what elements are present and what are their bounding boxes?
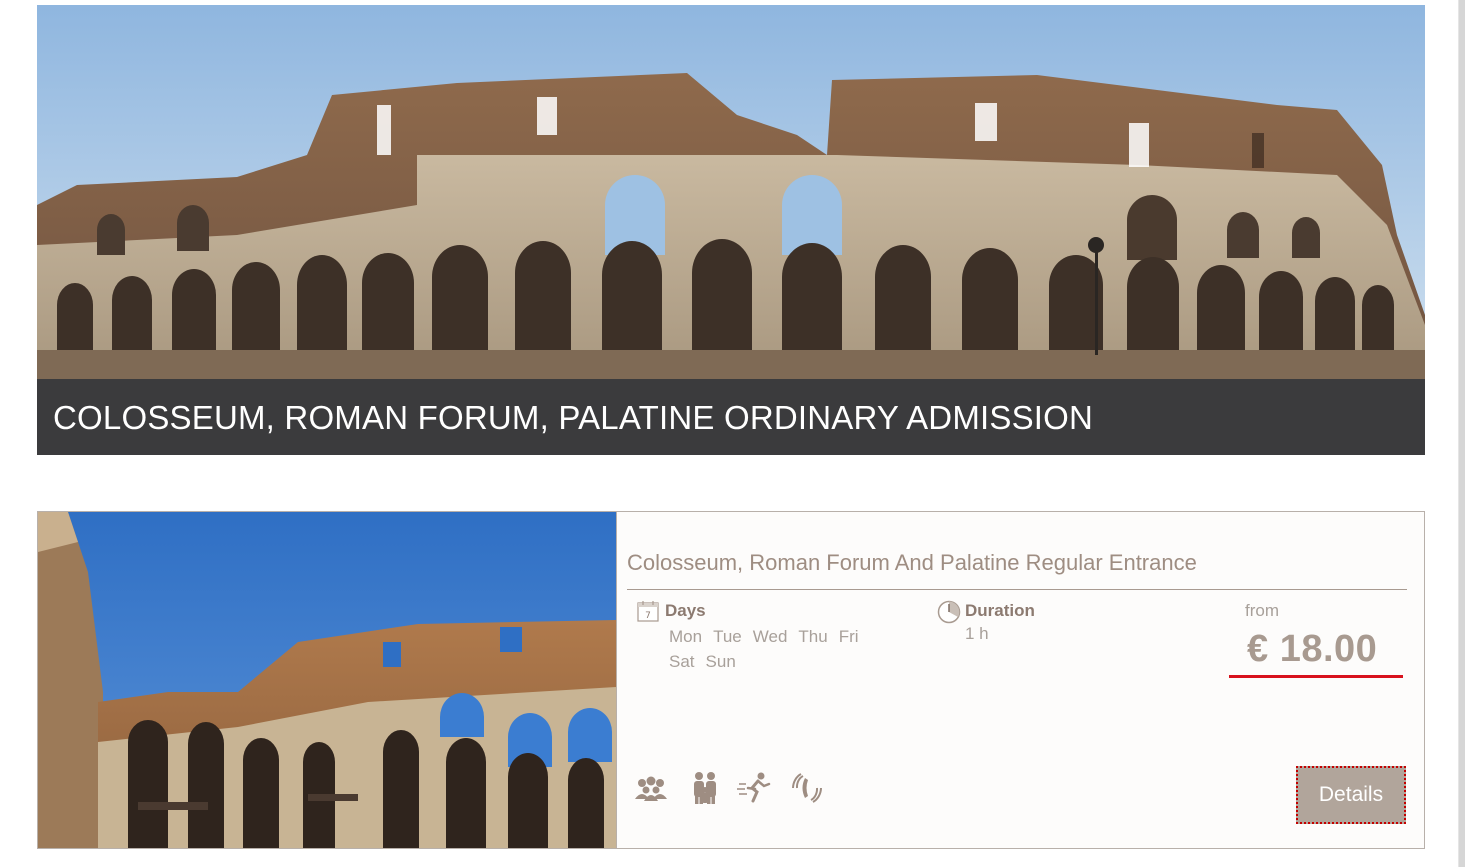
price-from-label: from: [1245, 601, 1279, 620]
duration-label: Duration: [965, 601, 1035, 620]
phone-icon: [789, 770, 825, 806]
scrollbar-thumb[interactable]: [1459, 0, 1465, 867]
day-wed: Wed: [752, 627, 788, 646]
tour-thumbnail-image[interactable]: [38, 512, 617, 848]
hero-title[interactable]: COLOSSEUM, ROMAN FORUM, PALATINE ORDINAR…: [53, 399, 1093, 437]
page: COLOSSEUM, ROMAN FORUM, PALATINE ORDINAR…: [0, 0, 1465, 867]
family-icon: [687, 770, 723, 806]
day-sun: Sun: [705, 652, 736, 671]
day-sat: Sat: [669, 652, 695, 671]
days-list: Mon Tue Wed Thu Fri Sat Sun: [669, 624, 899, 674]
calendar-icon-number: 7: [645, 611, 651, 621]
colosseum-hero-image: [37, 5, 1425, 379]
feature-icons: [633, 770, 853, 810]
skip-line-icon: [737, 770, 773, 806]
tour-card-body: Colosseum, Roman Forum And Palatine Regu…: [617, 512, 1424, 848]
duration-value: 1 h: [965, 624, 989, 643]
hero-caption-bar: COLOSSEUM, ROMAN FORUM, PALATINE ORDINAR…: [37, 379, 1425, 455]
day-thu: Thu: [798, 627, 828, 646]
calendar-icon: 7: [637, 600, 659, 622]
day-tue: Tue: [713, 627, 742, 646]
group-icon: [633, 770, 669, 806]
clock-icon: [937, 600, 961, 624]
vertical-scrollbar[interactable]: [1458, 0, 1465, 867]
hero-banner[interactable]: COLOSSEUM, ROMAN FORUM, PALATINE ORDINAR…: [37, 5, 1425, 455]
days-label: Days: [665, 601, 706, 620]
tour-title[interactable]: Colosseum, Roman Forum And Palatine Regu…: [627, 550, 1197, 576]
price-section: from € 18.00: [1229, 600, 1409, 690]
tour-card: Colosseum, Roman Forum And Palatine Regu…: [37, 511, 1425, 849]
day-mon: Mon: [669, 627, 703, 646]
price-value: € 18.00: [1247, 628, 1378, 670]
divider: [627, 589, 1407, 590]
day-fri: Fri: [838, 627, 859, 646]
price-underline: [1229, 675, 1403, 678]
details-button[interactable]: Details: [1296, 766, 1406, 824]
